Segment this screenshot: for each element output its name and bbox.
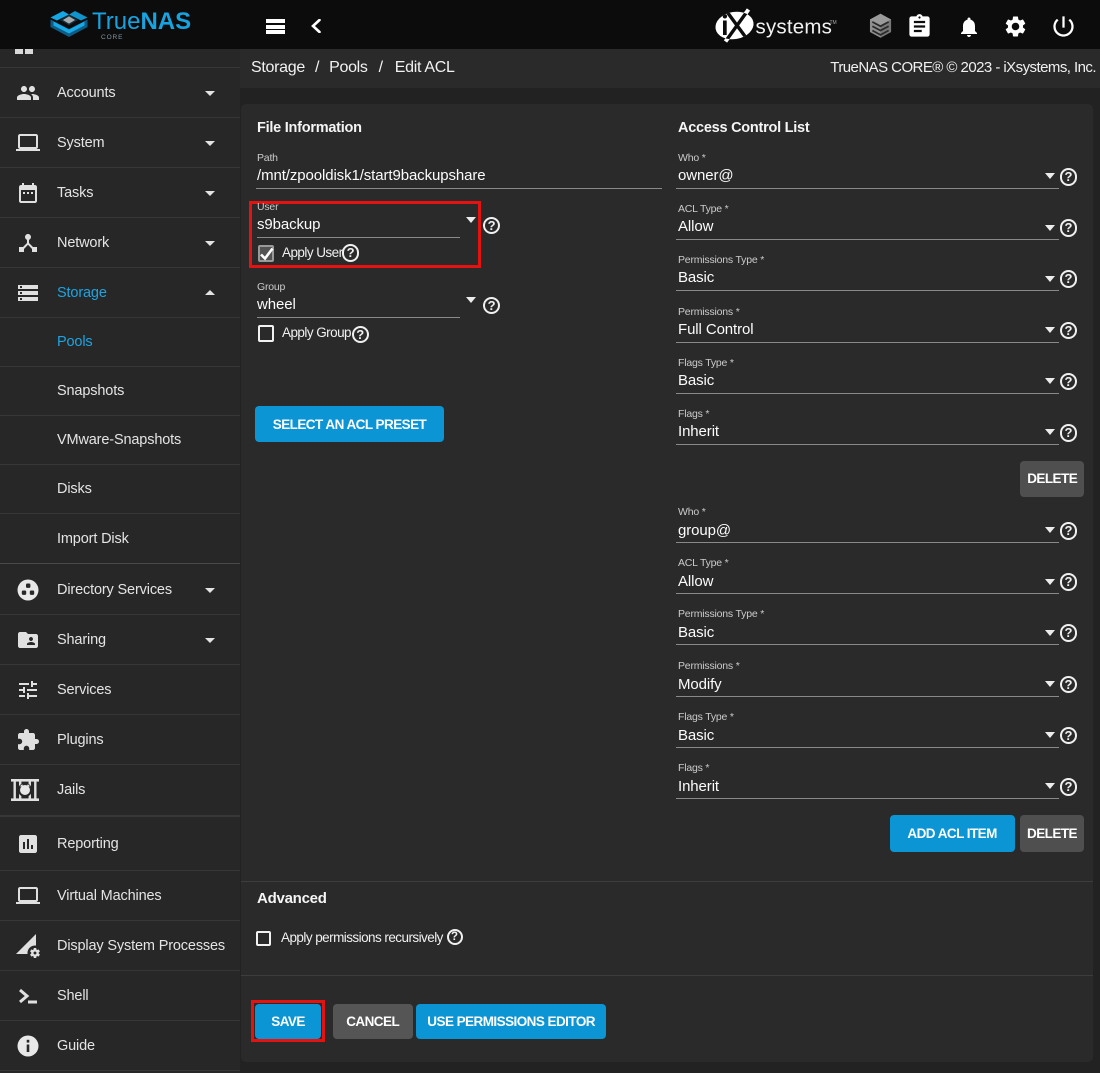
svg-text:TM: TM <box>830 20 837 26</box>
svg-text:systems: systems <box>756 16 833 39</box>
